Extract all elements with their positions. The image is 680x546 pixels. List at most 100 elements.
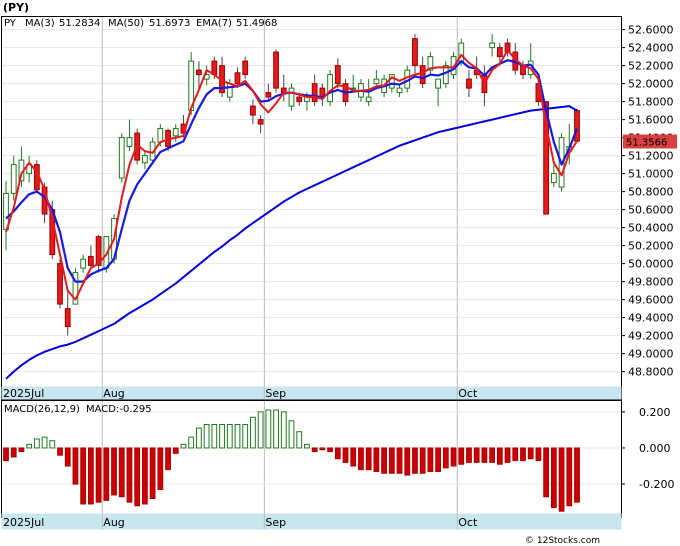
candle-body — [234, 72, 241, 85]
macd-tick-label: -0.200 — [639, 478, 674, 491]
price-tick-label: 49.6000 — [628, 294, 674, 307]
macd-bar — [550, 447, 557, 509]
macd-bar — [396, 447, 403, 474]
macd-bar — [319, 447, 326, 451]
macd-bar — [157, 447, 164, 491]
candle-body — [419, 65, 426, 85]
macd-bar — [350, 447, 357, 467]
macd-bar — [373, 447, 380, 472]
price-tick-label: 49.4000 — [628, 312, 674, 325]
macd-bar — [296, 431, 303, 449]
macd-bar — [180, 443, 187, 449]
macd-bar — [566, 447, 573, 507]
macd-date-band — [1, 513, 622, 530]
price-tick-label: 52.2000 — [628, 60, 674, 73]
candle-body — [80, 258, 87, 269]
candle-body — [10, 164, 17, 194]
macd-bar — [203, 423, 210, 449]
macd-tick-label: 0.000 — [639, 442, 671, 455]
candle-body — [157, 128, 164, 143]
price-tick-label: 50.0000 — [628, 258, 674, 271]
x-tick-label: 2025Jul — [3, 387, 44, 400]
price-tick-label: 51.6000 — [628, 114, 674, 127]
macd-bar — [404, 447, 411, 476]
macd-bar — [134, 447, 141, 507]
legend-ma3-value: 51.2834 — [59, 18, 100, 29]
macd-bar — [358, 447, 364, 471]
price-tick-label: 50.6000 — [628, 204, 674, 217]
legend-ma50-label: MA(50) — [108, 18, 144, 29]
macd-bar — [211, 423, 218, 449]
macd-bar — [118, 447, 125, 498]
price-tick-label: 51.0000 — [628, 168, 674, 181]
macd-bar — [95, 447, 102, 503]
macd-bar — [288, 420, 295, 449]
candle-body — [126, 137, 133, 148]
macd-bar — [172, 447, 179, 454]
macd-bar — [41, 436, 48, 449]
macd-bar — [219, 423, 225, 449]
macd-x-tick-label: Aug — [103, 516, 124, 529]
chart-title: (PY) — [3, 1, 29, 14]
macd-bar — [419, 447, 426, 474]
macd-bar — [72, 447, 79, 485]
price-tick-label: 49.8000 — [628, 276, 674, 289]
candle-body — [334, 65, 341, 85]
macd-bar — [165, 447, 171, 471]
macd-bar — [196, 427, 202, 449]
macd-bar — [327, 447, 333, 453]
candle-body — [435, 78, 442, 89]
macd-bar — [427, 447, 434, 472]
price-legend: PY MA(3) 51.2834 MA(50) 51.6973 EMA(7) 5… — [4, 18, 277, 29]
macd-bar — [304, 443, 310, 449]
macd-bar — [574, 447, 580, 503]
macd-x-tick-label: 2025Jul — [3, 516, 44, 529]
macd-bar — [33, 438, 40, 449]
macd-bar — [103, 447, 110, 501]
macd-bar — [365, 447, 372, 471]
candle-body — [296, 96, 303, 103]
macd-bar — [3, 447, 9, 462]
macd-bar — [473, 447, 480, 463]
watermark: © 12Stocks.com — [525, 536, 600, 546]
candle-body — [57, 263, 63, 305]
candle-body — [273, 51, 279, 89]
macd-bar — [141, 447, 148, 505]
macd-bar — [543, 447, 550, 498]
macd-x-tick-label: Oct — [458, 516, 478, 529]
macd-bar — [18, 447, 25, 453]
macd-bar — [234, 423, 241, 449]
macd-bar — [10, 447, 17, 458]
stock-chart: 52.6000 52.4000 52.2000 52.0000 51.8000 51.60… — [0, 0, 680, 546]
candle-body — [64, 308, 71, 328]
macd-bar — [512, 447, 519, 462]
price-tick-label: 50.8000 — [628, 186, 674, 199]
macd-x-tick-label: Sep — [265, 516, 286, 529]
candle-body — [489, 42, 496, 49]
macd-bar — [26, 443, 33, 449]
macd-bar — [520, 447, 526, 462]
price-tick-label: 48.8000 — [628, 366, 674, 379]
macd-bar — [458, 447, 465, 465]
last-price-label: 51.3566 — [626, 138, 667, 149]
macd-bar — [111, 447, 117, 496]
macd-tick-label: 0.200 — [639, 406, 671, 419]
x-tick-label: Sep — [265, 387, 286, 400]
candle-body — [466, 78, 472, 89]
macd-bar — [388, 447, 395, 474]
macd-bar — [435, 447, 442, 472]
candle-body — [412, 38, 418, 67]
macd-bar — [496, 447, 503, 465]
macd-legend: MACD(26,12,9) MACD:-0.295 — [4, 404, 152, 415]
candle-body — [288, 87, 295, 107]
candle-body — [196, 69, 202, 76]
price-tick-label: 52.6000 — [628, 24, 674, 37]
price-tick-label: 51.2000 — [628, 150, 674, 163]
candle-body — [574, 110, 580, 142]
macd-bar — [149, 447, 156, 500]
price-tick-label: 49.2000 — [628, 330, 674, 343]
price-tick-label: 49.0000 — [628, 348, 674, 361]
macd-bar — [226, 423, 233, 449]
price-tick-label: 52.0000 — [628, 78, 674, 91]
macd-bar — [265, 409, 272, 449]
